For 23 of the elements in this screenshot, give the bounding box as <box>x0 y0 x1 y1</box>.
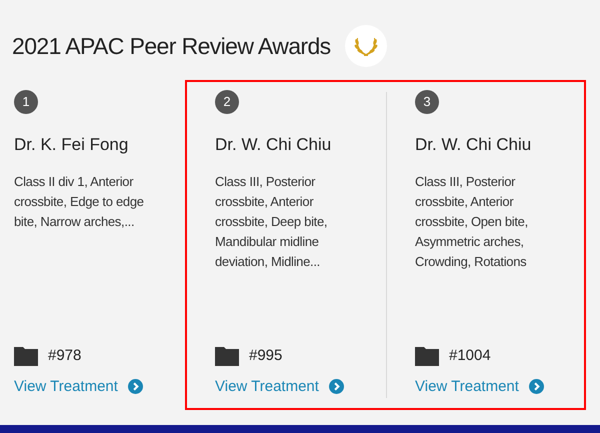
doctor-name: Dr. K. Fei Fong <box>14 134 130 156</box>
rank-badge: 1 <box>14 90 38 114</box>
laurel-icon <box>344 25 387 67</box>
chevron-right-icon <box>328 379 344 394</box>
view-treatment-link[interactable]: View Treatment <box>415 376 544 398</box>
case-description: Class II div 1, Anterior crossbite, Edge to edge bite, Narrow arches,... <box>14 173 145 231</box>
page-title: 2021 APAC Peer Review Awards <box>12 32 331 61</box>
doctor-name: Dr. W. Chi Chiu <box>215 134 332 156</box>
case-number: #1004 <box>449 346 491 366</box>
rank-badge: 2 <box>215 90 239 114</box>
case-number: #995 <box>249 346 282 366</box>
view-treatment-link[interactable]: View Treatment <box>14 376 143 398</box>
case-description: Class III, Posterior crossbite, Anterior crossbite, Deep bite, Mandibular midline deviation, Midline... <box>215 173 328 271</box>
folder-icon <box>415 346 439 366</box>
chevron-right-icon <box>528 379 544 394</box>
chevron-right-icon <box>128 379 143 394</box>
rank-badge: 3 <box>415 90 439 114</box>
case-number: #978 <box>48 346 82 366</box>
case-description: Class III, Posterior crossbite, Anterior crossbite, Open bite, Asymmetric arches, Crowding, Rotations <box>415 173 529 271</box>
folder-icon <box>215 346 239 366</box>
folder-icon <box>14 346 38 366</box>
view-treatment-link[interactable]: View Treatment <box>215 376 344 398</box>
doctor-name: Dr. W. Chi Chiu <box>415 134 532 156</box>
